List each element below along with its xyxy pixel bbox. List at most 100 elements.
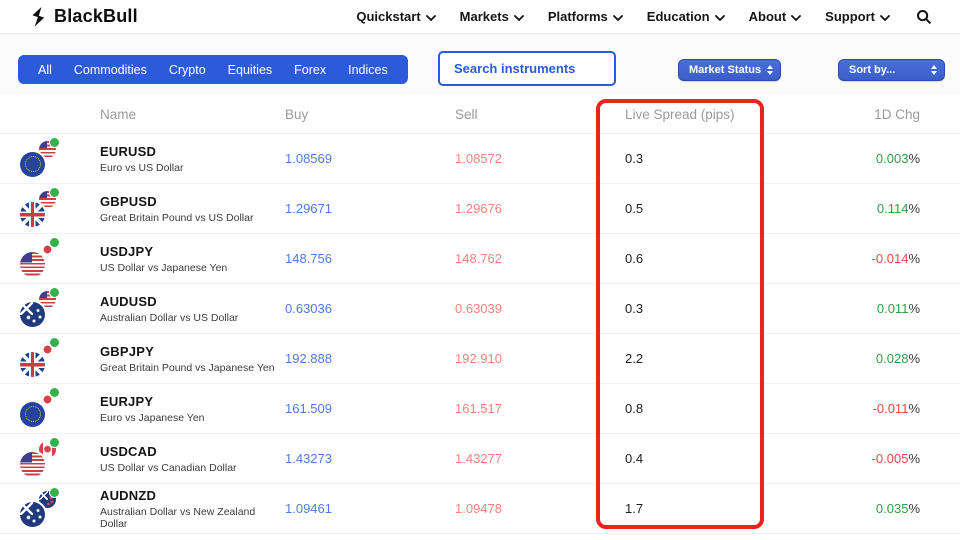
nav-item-support[interactable]: Support [825,9,890,24]
instrument-symbol: AUDNZD [100,487,157,503]
header-name[interactable]: Name [100,107,285,122]
nav-item-markets[interactable]: Markets [460,9,524,24]
nav-item-label: Support [825,9,875,24]
sell-price[interactable]: 192.910 [455,351,625,366]
live-spread-value: 0.3 [625,301,644,316]
sell-price[interactable]: 1.09478 [455,501,625,516]
sell-price[interactable]: 148.762 [455,251,625,266]
header-1d-change[interactable]: 1D Chg [800,107,920,122]
eu-flag-icon [20,401,45,427]
sell-price[interactable]: 1.43277 [455,451,625,466]
sell-price[interactable]: 1.29676 [455,201,625,216]
instrument-name-cell: AUDUSD Australian Dollar vs US Dollar [100,294,285,324]
percent-sign: % [908,501,920,516]
1d-change-value: 0.028 [875,351,909,366]
live-spread-value: 0.8 [625,401,644,416]
currency-pair-flags [18,337,62,378]
instrument-symbol: USDCAD [100,443,157,459]
instrument-row-eurjpy[interactable]: EURJPY Euro vs Japanese Yen 161.509 161.… [0,383,960,433]
instrument-name-cell: USDCAD US Dollar vs Canadian Dollar [100,444,285,474]
buy-price[interactable]: 1.29671 [285,201,455,216]
instrument-row-gbpjpy[interactable]: GBPJPY Great Britain Pound vs Japanese Y… [0,333,960,383]
1d-change-value: 0.114 [876,201,909,216]
instrument-description: Great Britain Pound vs Japanese Yen [100,361,275,374]
percent-sign: % [908,301,920,316]
buy-price[interactable]: 0.63036 [285,301,455,316]
market-status-dropdown[interactable]: Market Status [678,59,781,81]
buy-price[interactable]: 161.509 [285,401,455,416]
instrument-name-cell: USDJPY US Dollar vs Japanese Yen [100,244,285,274]
currency-pair-flags [18,237,62,278]
header-buy[interactable]: Buy [285,107,455,122]
header-sell[interactable]: Sell [455,107,625,122]
nav-item-quickstart[interactable]: Quickstart [356,9,436,24]
instrument-description: Euro vs US Dollar [100,161,184,174]
tab-indices[interactable]: Indices [337,63,399,77]
market-status-label: Market Status [689,64,762,76]
buy-price[interactable]: 1.43273 [285,451,455,466]
nav-item-label: Markets [459,9,509,24]
instrument-description: US Dollar vs Japanese Yen [100,261,228,274]
brand-logo[interactable]: BlackBull [30,6,138,27]
nav-item-education[interactable]: Education [647,9,725,24]
1d-change-value: -0.005 [871,451,909,466]
uk-flag-icon [20,351,45,377]
market-open-status-dot [50,287,59,297]
tab-forex[interactable]: Forex [283,63,337,77]
currency-pair-flags [18,387,62,428]
1d-change-value: 0.011 [876,301,909,316]
live-spread-value: 0.5 [625,201,644,216]
tab-crypto[interactable]: Crypto [158,63,217,77]
instrument-row-gbpusd[interactable]: GBPUSD Great Britain Pound vs US Dollar … [0,183,960,233]
asset-class-tabs: All Commodities Crypto Equities Forex Indices [18,55,408,84]
1d-change-cell: 0.003% [800,151,920,166]
sell-price[interactable]: 0.63039 [455,301,625,316]
sell-price[interactable]: 161.517 [455,401,625,416]
au-flag-icon [20,501,45,527]
header-live-spread[interactable]: Live Spread (pips) [625,107,800,122]
nav-item-platforms[interactable]: Platforms [548,9,623,24]
instrument-row-audusd[interactable]: AUDUSD Australian Dollar vs US Dollar 0.… [0,283,960,333]
live-spread-value: 1.7 [625,501,644,516]
us-flag-icon [20,251,45,277]
tab-all[interactable]: All [27,63,63,77]
1d-change-cell: 0.035% [800,501,920,516]
sort-by-dropdown[interactable]: Sort by... [838,59,945,81]
search-icon[interactable] [916,9,932,25]
instrument-description: Euro vs Japanese Yen [100,411,205,424]
instrument-row-usdjpy[interactable]: USDJPY US Dollar vs Japanese Yen 148.756… [0,233,960,283]
chevron-down-icon [612,14,623,21]
instrument-row-eurusd[interactable]: EURUSD Euro vs US Dollar 1.08569 1.08572… [0,133,960,183]
search-input[interactable] [440,61,614,76]
currency-pair-flags [18,437,62,478]
instrument-symbol: EURJPY [100,393,154,409]
buy-price[interactable]: 1.09461 [285,501,455,516]
instrument-name-cell: GBPUSD Great Britain Pound vs US Dollar [100,194,285,224]
instrument-symbol: AUDUSD [100,293,157,309]
buy-price[interactable]: 1.08569 [285,151,455,166]
1d-change-cell: -0.014% [800,251,920,266]
1d-change-cell: 0.114% [800,201,920,216]
market-open-status-dot [50,187,59,197]
buy-price[interactable]: 148.756 [285,251,455,266]
uk-flag-icon [20,201,45,227]
instrument-symbol: GBPUSD [100,193,157,209]
1d-change-cell: -0.011% [800,401,920,416]
tab-equities[interactable]: Equities [217,63,283,77]
percent-sign: % [908,401,920,416]
instrument-description: Australian Dollar vs New Zealand Dollar [100,505,256,530]
table-body: EURUSD Euro vs US Dollar 1.08569 1.08572… [0,133,960,533]
instrument-row-audnzd[interactable]: AUDNZD Australian Dollar vs New Zealand … [0,483,960,533]
1d-change-value: 0.035 [875,501,909,516]
instrument-name-cell: AUDNZD Australian Dollar vs New Zealand … [100,488,285,530]
buy-price[interactable]: 192.888 [285,351,455,366]
instrument-row-usdcad[interactable]: USDCAD US Dollar vs Canadian Dollar 1.43… [0,433,960,483]
sort-by-label: Sort by... [849,64,896,76]
table-header-row: Name Buy Sell Live Spread (pips) 1D Chg [0,95,960,133]
sell-price[interactable]: 1.08572 [455,151,625,166]
chevron-down-icon [714,14,725,21]
market-open-status-dot [50,137,59,147]
instrument-description: Australian Dollar vs US Dollar [100,311,239,324]
tab-commodities[interactable]: Commodities [63,63,158,77]
nav-item-about[interactable]: About [749,9,802,24]
